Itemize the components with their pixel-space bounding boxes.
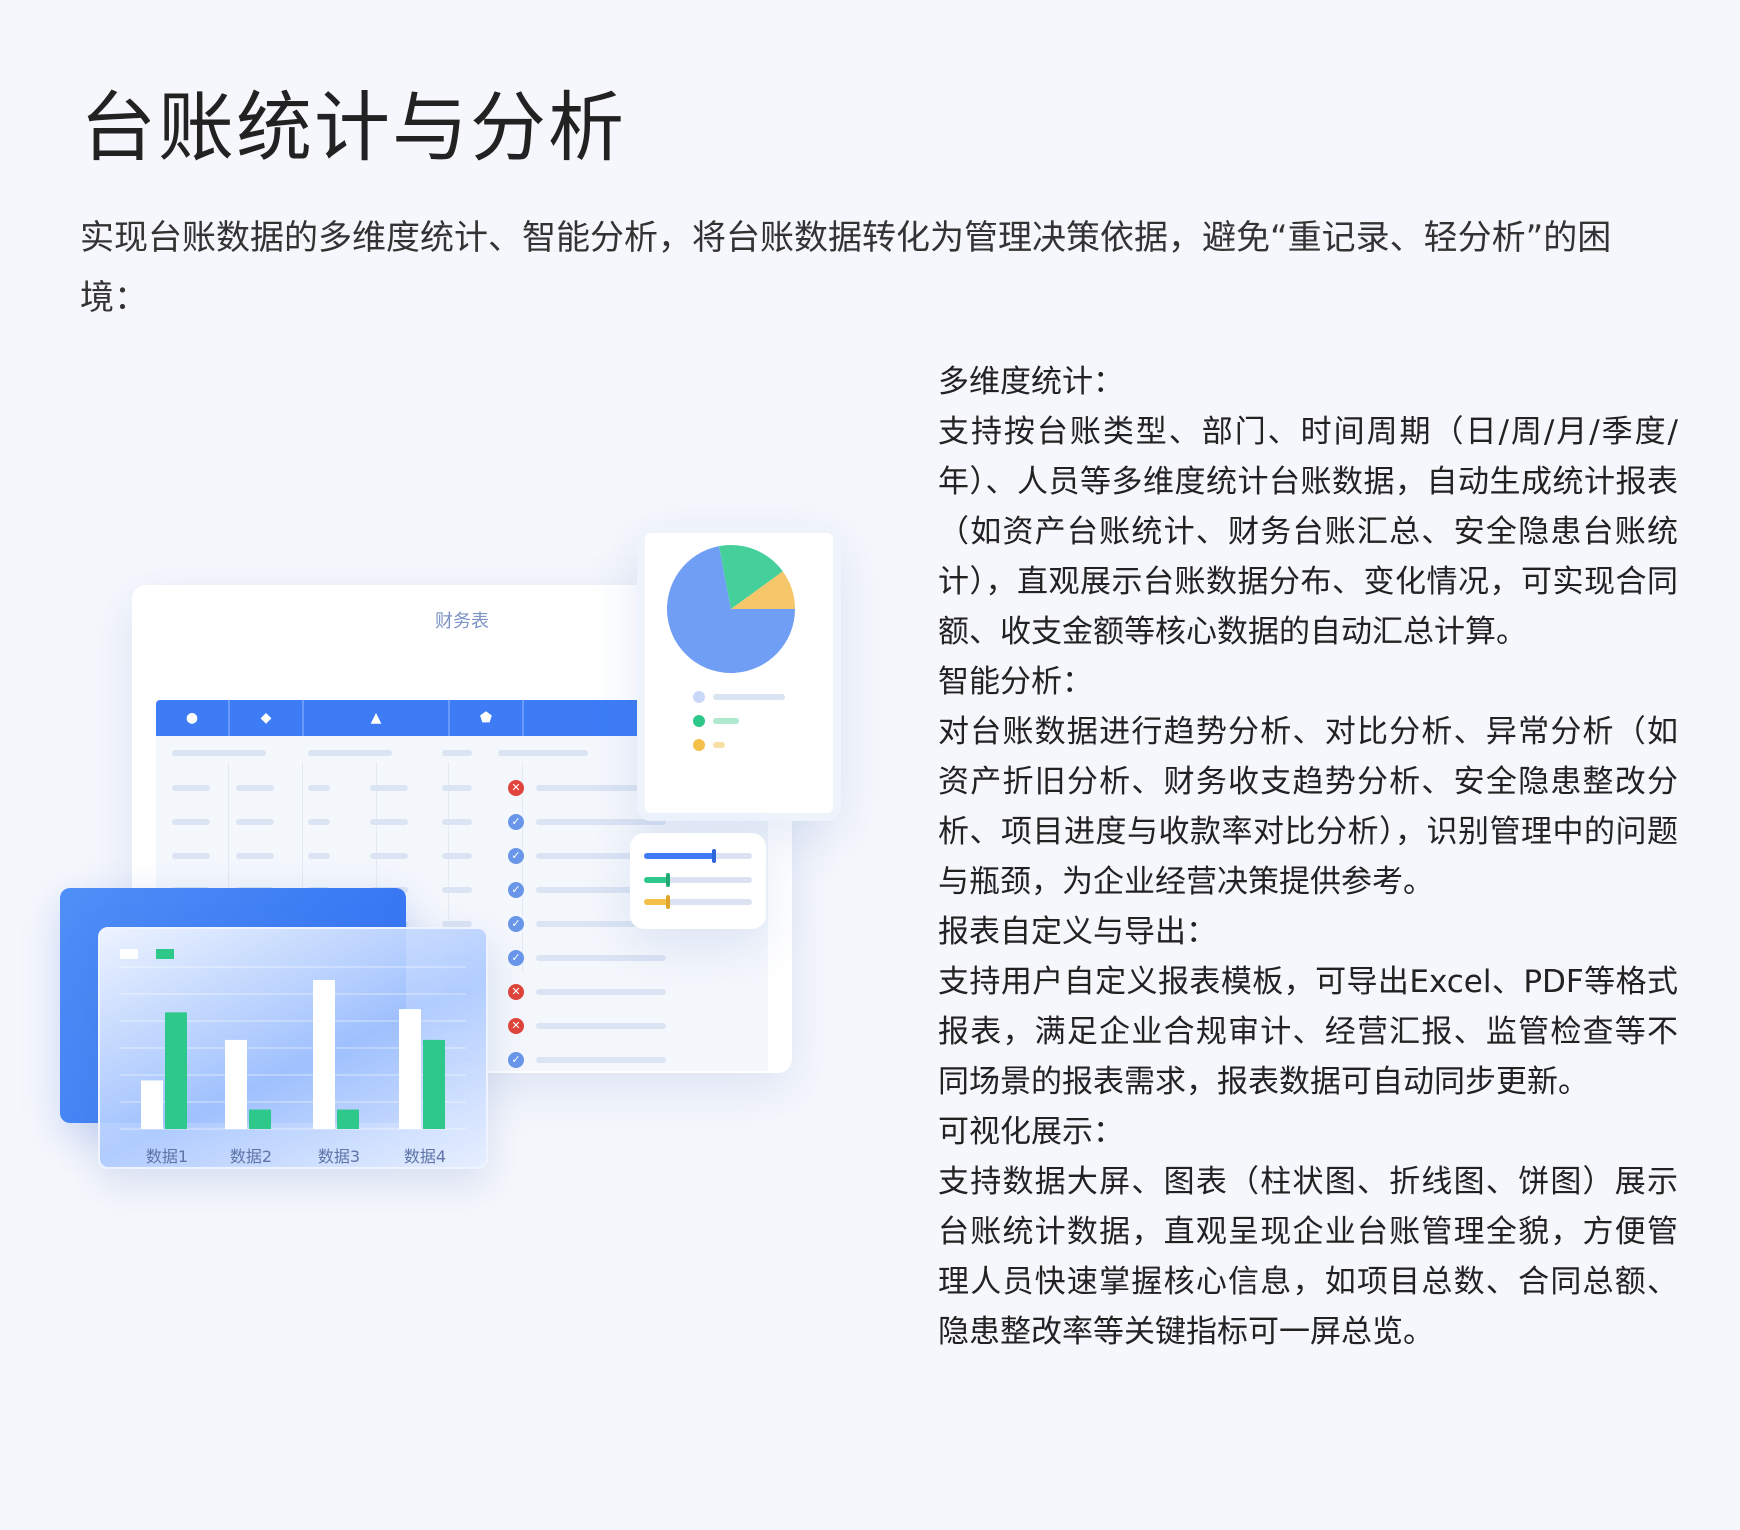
pie-chart-card <box>637 525 841 821</box>
legend-line <box>713 694 785 700</box>
pie-chart <box>667 545 795 751</box>
bar-category-label: 数据3 <box>317 1147 361 1166</box>
check-icon: ✓ <box>508 882 524 898</box>
cell-placeholder <box>308 785 330 791</box>
cell-placeholder <box>370 853 408 859</box>
cell-placeholder <box>536 1057 666 1063</box>
cell-placeholder <box>172 819 210 825</box>
intro-text: 实现台账数据的多维度统计、智能分析，将台账数据转化为管理决策依据，避免“重记录、… <box>80 218 1612 318</box>
bar <box>165 1012 187 1129</box>
page-title: 台账统计与分析 <box>80 83 626 172</box>
cell-placeholder <box>536 1023 666 1029</box>
slider-track <box>644 849 752 863</box>
bar-chart <box>120 949 466 1130</box>
cell-placeholder <box>498 750 588 756</box>
slider-card <box>630 833 766 929</box>
feature-description: 支持数据大屏、图表（柱状图、折线图、饼图）展示台账统计数据，直观呈现企业台账管理… <box>938 1164 1678 1350</box>
cell-placeholder <box>308 853 330 859</box>
legend-dot <box>693 739 705 751</box>
legend-line <box>713 718 739 724</box>
feature-description: 支持用户自定义报表模板，可导出Excel、PDF等格式报表，满足企业合规审计、经… <box>938 964 1678 1100</box>
dashboard-illustration: 财务表 ● ◆ ▲ ⬟ ✕ ✓ ✓ ✓ ✓ ✓ ✕ ✕ ✓ 数据1 数据2 数据… <box>50 515 860 1195</box>
bar <box>141 1080 163 1129</box>
cell-placeholder <box>172 785 210 791</box>
feature-title: 智能分析： <box>938 664 1093 700</box>
cell-placeholder <box>442 887 472 893</box>
cell-placeholder <box>536 989 666 995</box>
slider-handle <box>666 895 670 909</box>
feature-title: 多维度统计： <box>938 364 1124 400</box>
pentagon-icon: ⬟ <box>479 710 493 726</box>
cell-placeholder <box>536 955 666 961</box>
bar-category-label: 数据4 <box>403 1147 447 1166</box>
header-divider <box>522 700 524 736</box>
feature-title: 可视化展示： <box>938 1114 1124 1150</box>
cell-placeholder <box>172 750 266 756</box>
legend-dot <box>693 691 705 703</box>
cell-placeholder <box>236 853 274 859</box>
bar-chart-card: 数据1 数据2 数据3 数据4 <box>98 927 488 1169</box>
cell-placeholder <box>442 853 472 859</box>
bar <box>423 1039 445 1129</box>
error-icon: ✕ <box>508 984 524 1000</box>
bar-category-label: 数据1 <box>145 1147 189 1166</box>
diamond-icon: ◆ <box>260 710 272 726</box>
check-icon: ✓ <box>508 848 524 864</box>
bar-category-label: 数据2 <box>229 1147 273 1166</box>
slider-track <box>644 895 752 909</box>
triangle-icon: ▲ <box>370 710 382 726</box>
feature-title: 报表自定义与导出： <box>938 914 1217 950</box>
check-icon: ✓ <box>508 814 524 830</box>
check-icon: ✓ <box>508 916 524 932</box>
cell-placeholder <box>172 853 210 859</box>
column-divider <box>522 762 523 972</box>
slider-track <box>644 873 752 887</box>
cell-placeholder <box>308 819 330 825</box>
bar <box>399 1009 421 1129</box>
slider-handle <box>712 849 716 863</box>
cell-placeholder <box>370 819 408 825</box>
feature-list: 多维度统计： 支持按台账类型、部门、时间周期（日/周/月/季度/年）、人员等多维… <box>938 357 1678 1357</box>
cell-placeholder <box>308 750 392 756</box>
feature-description: 支持按台账类型、部门、时间周期（日/周/月/季度/年）、人员等多维度统计台账数据… <box>938 414 1678 650</box>
bar <box>249 1109 271 1129</box>
check-icon: ✓ <box>508 1052 524 1068</box>
error-icon: ✕ <box>508 780 524 796</box>
legend-swatch <box>120 949 138 959</box>
legend-swatch <box>156 949 174 959</box>
bar <box>337 1109 359 1129</box>
bar <box>225 1039 247 1129</box>
slider-fill <box>644 899 668 905</box>
circle-icon: ● <box>185 710 199 726</box>
check-icon: ✓ <box>508 950 524 966</box>
cell-placeholder <box>370 785 408 791</box>
cell-placeholder <box>236 785 274 791</box>
slider-fill <box>644 853 714 859</box>
slider-handle <box>666 873 670 887</box>
feature-description: 对台账数据进行趋势分析、对比分析、异常分析（如资产折旧分析、财务收支趋势分析、安… <box>938 714 1678 900</box>
cell-placeholder <box>442 785 472 791</box>
error-icon: ✕ <box>508 1018 524 1034</box>
cell-placeholder <box>442 819 472 825</box>
legend-line <box>713 742 725 748</box>
bar <box>313 979 335 1129</box>
cell-placeholder <box>442 750 472 756</box>
slider-fill <box>644 877 668 883</box>
cell-placeholder <box>236 819 274 825</box>
legend-dot <box>693 715 705 727</box>
